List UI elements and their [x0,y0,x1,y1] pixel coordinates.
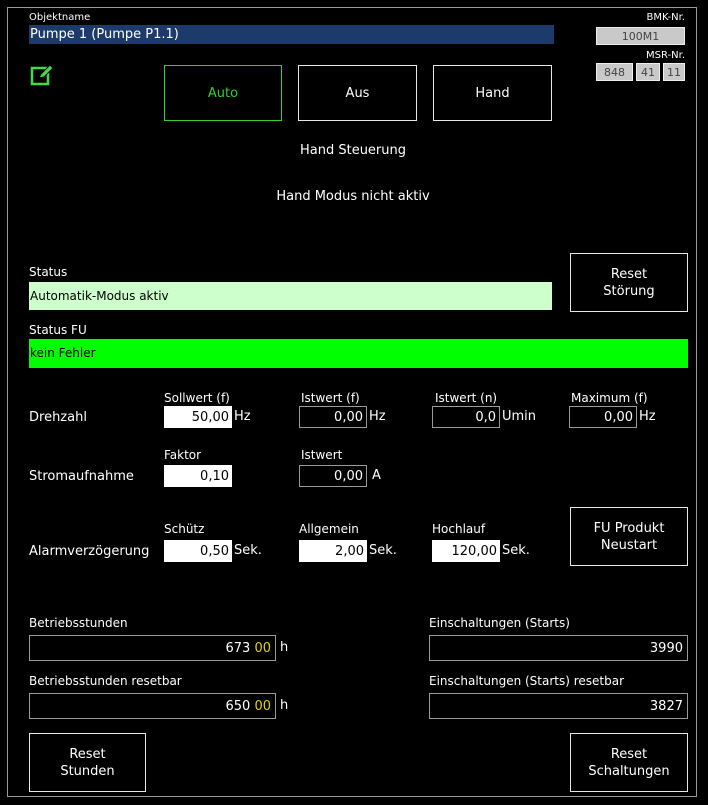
einschaltungen-value: 3990 [429,635,688,661]
alarmverzoegerung-label: Alarmverzögerung [29,544,150,559]
reset-stunden-button[interactable]: Reset Stunden [29,733,146,792]
reset-schaltungen-button[interactable]: Reset Schaltungen [570,733,688,792]
reset-stunden-line1: Reset [69,746,106,762]
hochlauf-input[interactable]: 120,00 [432,540,500,562]
einschaltungen-resetbar-label: Einschaltungen (Starts) resetbar [429,674,625,688]
status-value: Automatik-Modus aktiv [30,289,169,303]
maximum-value: 0,00 [569,406,637,428]
mode-aus-button[interactable]: Aus [298,65,417,121]
istwert-strom-label: Istwert [301,448,343,462]
istwert-f-value: 0,00 [299,406,367,428]
betriebsstunden-int: 673 [225,640,251,656]
msr-value-2: 41 [636,63,660,81]
reset-stoerung-line1: Reset [610,266,648,282]
status-fu-label: Status FU [29,323,87,337]
faktor-input[interactable]: 0,10 [164,465,232,487]
mode-auto-button[interactable]: Auto [164,65,282,121]
status-fu-field: kein Fehler [29,339,688,368]
bmk-value: 100M1 [596,27,685,45]
msr-label: MSR-Nr. [646,50,685,61]
betriebsstunden-field: 673 00 [29,635,276,661]
sollwert-unit: Hz [234,409,251,424]
istwert-n-unit: Umin [502,409,537,424]
schuetz-input[interactable]: 0,50 [164,540,232,562]
reset-schaltungen-line1: Reset [610,746,648,762]
status-label: Status [29,265,68,279]
msr-value-1: 848 [596,63,633,81]
hochlauf-label: Hochlauf [432,522,486,536]
schuetz-label: Schütz [164,522,205,536]
status-fu-value: kein Fehler [30,346,96,360]
einschaltungen-label: Einschaltungen (Starts) [429,616,570,630]
sollwert-label: Sollwert (f) [164,391,230,405]
status-field: Automatik-Modus aktiv [29,282,552,310]
objektname-value: Pumpe 1 (Pumpe P1.1) [30,27,179,42]
pencil-edit-icon[interactable] [30,63,54,87]
istwert-n-value: 0,0 [432,406,500,428]
istwert-n-label: Istwert (n) [435,391,498,405]
reset-stoerung-line2: Störung [603,283,655,299]
schuetz-unit: Sek. [234,543,262,558]
istwert-f-label: Istwert (f) [301,391,360,405]
betriebsstunden-resetbar-label: Betriebsstunden resetbar [29,674,182,688]
betriebsstunden-unit: h [280,640,289,655]
fu-produkt-neustart-button[interactable]: FU Produkt Neustart [570,507,688,566]
betriebsstunden-resetbar-field: 650 00 [29,693,276,719]
maximum-label: Maximum (f) [571,391,648,405]
fu-neustart-line2: Neustart [600,537,658,553]
mode-hand-button[interactable]: Hand [433,65,552,121]
stromaufnahme-label: Stromaufnahme [29,469,134,484]
einschaltungen-resetbar-value: 3827 [429,693,688,719]
betriebsstunden-label: Betriebsstunden [29,616,128,630]
reset-stunden-line2: Stunden [60,763,115,779]
istwert-strom-unit: A [372,468,381,483]
hand-modus-status: Hand Modus nicht aktiv [276,189,430,204]
hochlauf-unit: Sek. [502,543,530,558]
msr-value-3: 11 [663,63,685,81]
hand-steuerung-title: Hand Steuerung [299,143,407,158]
objektname-label: Objektname [29,12,91,23]
reset-schaltungen-line2: Schaltungen [588,763,670,779]
faktor-label: Faktor [164,448,202,462]
reset-stoerung-button[interactable]: Reset Störung [570,253,688,312]
betriebsstunden-resetbar-frac: 00 [254,698,271,714]
istwert-strom-value: 0,00 [299,465,367,487]
sollwert-input[interactable]: 50,00 [164,406,232,428]
bmk-label: BMK-Nr. [646,12,685,23]
allgemein-input[interactable]: 2,00 [299,540,367,562]
istwert-f-unit: Hz [369,409,386,424]
allgemein-label: Allgemein [299,522,359,536]
fu-neustart-line1: FU Produkt [593,520,665,536]
betriebsstunden-resetbar-unit: h [280,698,289,713]
drehzahl-label: Drehzahl [29,410,87,425]
faceplate-frame: Objektname Pumpe 1 (Pumpe P1.1) BMK-Nr. … [7,7,697,797]
allgemein-unit: Sek. [369,543,397,558]
maximum-unit: Hz [639,409,656,424]
betriebsstunden-frac: 00 [254,640,271,656]
betriebsstunden-resetbar-int: 650 [225,698,251,714]
objektname-field: Pumpe 1 (Pumpe P1.1) [29,25,554,44]
